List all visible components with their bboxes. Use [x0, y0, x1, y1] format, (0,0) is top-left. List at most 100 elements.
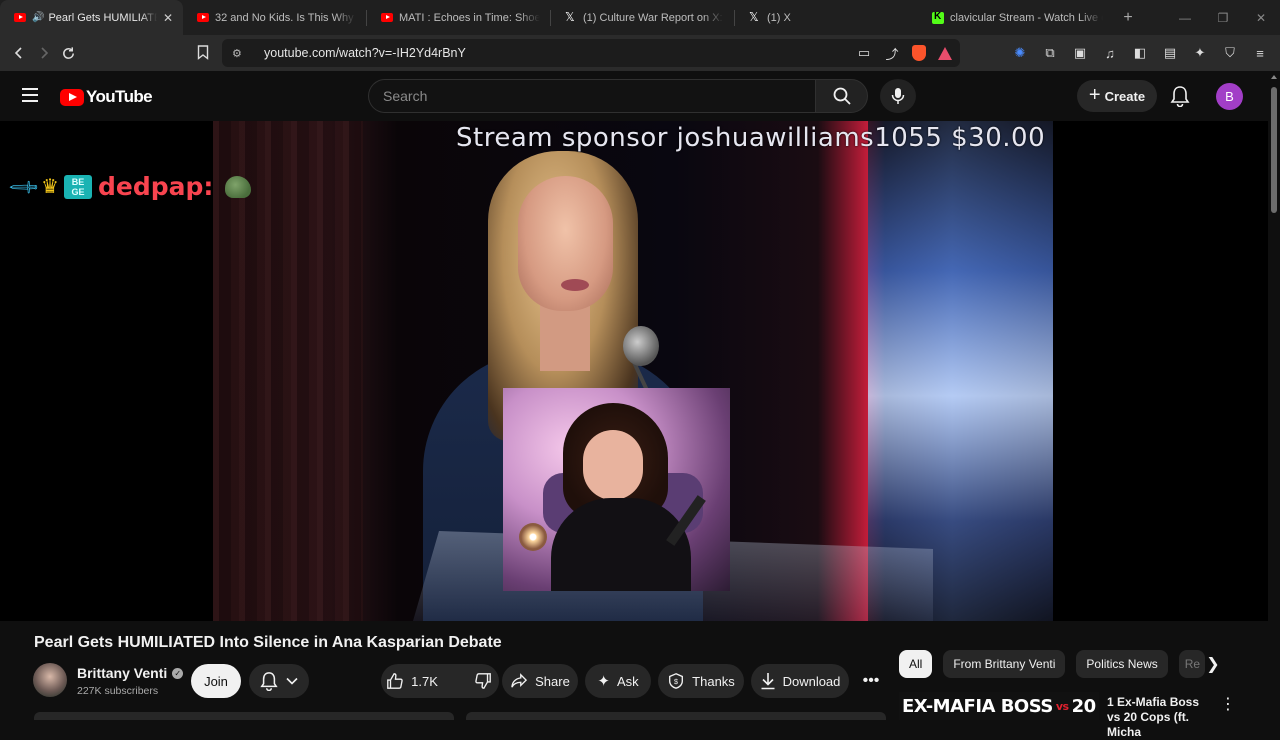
- notifications-bell-icon[interactable]: [1170, 85, 1190, 107]
- restore-icon[interactable]: ❐: [1204, 0, 1242, 35]
- wallet-icon[interactable]: ▤: [1162, 45, 1178, 61]
- site-settings-icon[interactable]: ⚙: [232, 47, 246, 60]
- thumbnail-text-left: EX-MAFIA BOSS: [902, 695, 1053, 717]
- browser-toolbar: ⚙ youtube.com/watch?v=-IH2Yd4rBnY ▭ ⤴ ✺ …: [0, 35, 1280, 71]
- brave-shields-icon[interactable]: [912, 45, 926, 61]
- bell-icon: [260, 672, 278, 691]
- extension-toolbar: ✺ ⧉ ▣ ♫ ◧ ▤ ✦ ⛉ ≡: [1012, 35, 1268, 71]
- bookmark-icon[interactable]: [197, 45, 209, 60]
- tab-32-and-no-kids[interactable]: 32 and No Kids. Is This Why I am: [183, 0, 366, 35]
- address-bar[interactable]: ⚙ youtube.com/watch?v=-IH2Yd4rBnY ▭ ⤴: [222, 39, 960, 67]
- join-button[interactable]: Join: [191, 664, 241, 698]
- window-controls: — ❐ ✕: [1166, 0, 1280, 35]
- tab-title: clavicular Stream - Watch Live o: [950, 11, 1103, 24]
- subscription-bell-button[interactable]: [249, 664, 309, 698]
- thumbnail-vs: vs: [1055, 699, 1069, 713]
- svg-text:$: $: [674, 677, 678, 686]
- ask-button[interactable]: ✦ Ask: [585, 664, 651, 698]
- thanks-button[interactable]: $ Thanks: [658, 664, 744, 698]
- cast-icon[interactable]: ▭: [856, 45, 872, 61]
- like-dislike-group: 1.7K: [381, 664, 499, 698]
- tab-title: (1) Culture War Report on X: "DO: [583, 11, 724, 24]
- share-button[interactable]: Share: [502, 664, 578, 698]
- microphone-icon: [891, 88, 905, 104]
- search-input[interactable]: [383, 88, 816, 104]
- sword-badge-icon: 🗡: [6, 170, 41, 204]
- x-icon: [749, 10, 761, 24]
- back-button[interactable]: [6, 39, 31, 67]
- like-count: 1.7K: [411, 673, 438, 689]
- like-button[interactable]: 1.7K: [378, 672, 450, 690]
- media-icon[interactable]: ♫: [1102, 45, 1118, 61]
- speaker-lips: [561, 279, 589, 291]
- create-button[interactable]: + Create: [1077, 80, 1157, 112]
- sidebar-icon[interactable]: ◧: [1132, 45, 1148, 61]
- brave-rewards-icon[interactable]: [938, 46, 952, 60]
- x-icon: [565, 10, 577, 24]
- screenshot-icon[interactable]: ▣: [1072, 45, 1088, 61]
- search-button[interactable]: [815, 79, 868, 113]
- share-label: Share: [535, 673, 570, 689]
- vpn-icon[interactable]: ✺: [1012, 45, 1028, 61]
- download-button[interactable]: Download: [751, 664, 849, 698]
- voice-search-button[interactable]: [880, 79, 916, 113]
- tab-title: Pearl Gets HUMILIATED I: [48, 11, 156, 24]
- chip-from-channel[interactable]: From Brittany Venti: [943, 650, 1066, 678]
- new-tab-button[interactable]: +: [1113, 9, 1143, 27]
- youtube-wordmark: YouTube: [86, 87, 153, 106]
- leo-ai-icon[interactable]: ✦: [1192, 45, 1208, 61]
- tab-title: MATI : Echoes in Time: Shoe0nhe: [399, 11, 540, 24]
- thumbnail-text-right: 20 COPS: [1071, 695, 1099, 717]
- chat-overlay: 🗡 ♛ BE GE dedpap:: [7, 170, 252, 204]
- speaker-icon[interactable]: 🔊: [32, 12, 44, 23]
- sub-badge-icon: BE GE: [64, 174, 92, 199]
- forward-button[interactable]: [31, 39, 56, 67]
- recommended-thumbnail[interactable]: EX-MAFIA BOSS vs 20 COPS: [899, 692, 1099, 720]
- extensions-icon[interactable]: ⧉: [1042, 45, 1058, 61]
- recommended-more-icon[interactable]: ⋮: [1220, 694, 1236, 714]
- create-label: Create: [1104, 88, 1146, 104]
- chat-username: dedpap:: [98, 172, 214, 201]
- tab-pearl-gets-humiliated[interactable]: 🔊 Pearl Gets HUMILIATED I ✕: [0, 0, 183, 35]
- speaker-face: [518, 176, 613, 311]
- reload-button[interactable]: [56, 39, 81, 67]
- stream-sponsor-overlay: Stream sponsor joshuawilliams1055 $30.00: [456, 123, 1046, 153]
- scroll-up-icon[interactable]: [1271, 75, 1277, 79]
- share-arrow-icon: [511, 673, 528, 688]
- dislike-button[interactable]: [464, 672, 502, 690]
- close-window-icon[interactable]: ✕: [1242, 0, 1280, 35]
- share-page-icon[interactable]: ⤴: [884, 45, 900, 62]
- channel-avatar[interactable]: [33, 663, 67, 697]
- tab-x[interactable]: (1) X: [735, 0, 918, 35]
- description-box-edge: [34, 712, 454, 720]
- chip-all[interactable]: All: [899, 650, 933, 678]
- speaker-neck: [540, 301, 590, 371]
- menu-icon[interactable]: ≡: [1252, 45, 1268, 61]
- recommended-title[interactable]: 1 Ex-Mafia Boss vs 20 Cops (ft. Micha: [1107, 695, 1207, 740]
- chevron-right-icon[interactable]: ❯: [1203, 654, 1223, 674]
- channel-name[interactable]: Brittany Venti: [77, 665, 167, 681]
- account-avatar[interactable]: B: [1216, 83, 1243, 110]
- chip-related[interactable]: Re: [1178, 650, 1205, 678]
- search-box[interactable]: [368, 79, 816, 113]
- page-scrollbar[interactable]: [1268, 71, 1280, 720]
- tab-culture-war-report[interactable]: (1) Culture War Report on X: "DO: [551, 0, 734, 35]
- video-player[interactable]: Stream sponsor joshuawilliams1055 $30.00…: [0, 121, 1268, 621]
- comments-box-edge: [466, 712, 886, 720]
- channel-name-row[interactable]: Brittany Venti ✓: [77, 665, 184, 681]
- streamer-shirt: [551, 498, 691, 591]
- tab-mati-echoes[interactable]: MATI : Echoes in Time: Shoe0nhe: [367, 0, 550, 35]
- tab-clavicular-stream[interactable]: clavicular Stream - Watch Live o: [918, 0, 1113, 35]
- chip-politics-news[interactable]: Politics News: [1076, 650, 1168, 678]
- minimize-icon[interactable]: —: [1166, 0, 1204, 35]
- guide-menu-icon[interactable]: [22, 88, 38, 102]
- more-actions-icon[interactable]: •••: [856, 664, 886, 698]
- youtube-header: YouTube + Create B: [0, 71, 1280, 121]
- youtube-icon: [381, 13, 393, 22]
- scrollbar-thumb[interactable]: [1271, 87, 1277, 213]
- streamer-face: [583, 430, 643, 500]
- youtube-logo[interactable]: YouTube: [60, 87, 153, 107]
- podium-microphone: [623, 326, 659, 366]
- close-tab-icon[interactable]: ✕: [163, 11, 173, 25]
- vpn-shield-icon[interactable]: ⛉: [1222, 45, 1238, 61]
